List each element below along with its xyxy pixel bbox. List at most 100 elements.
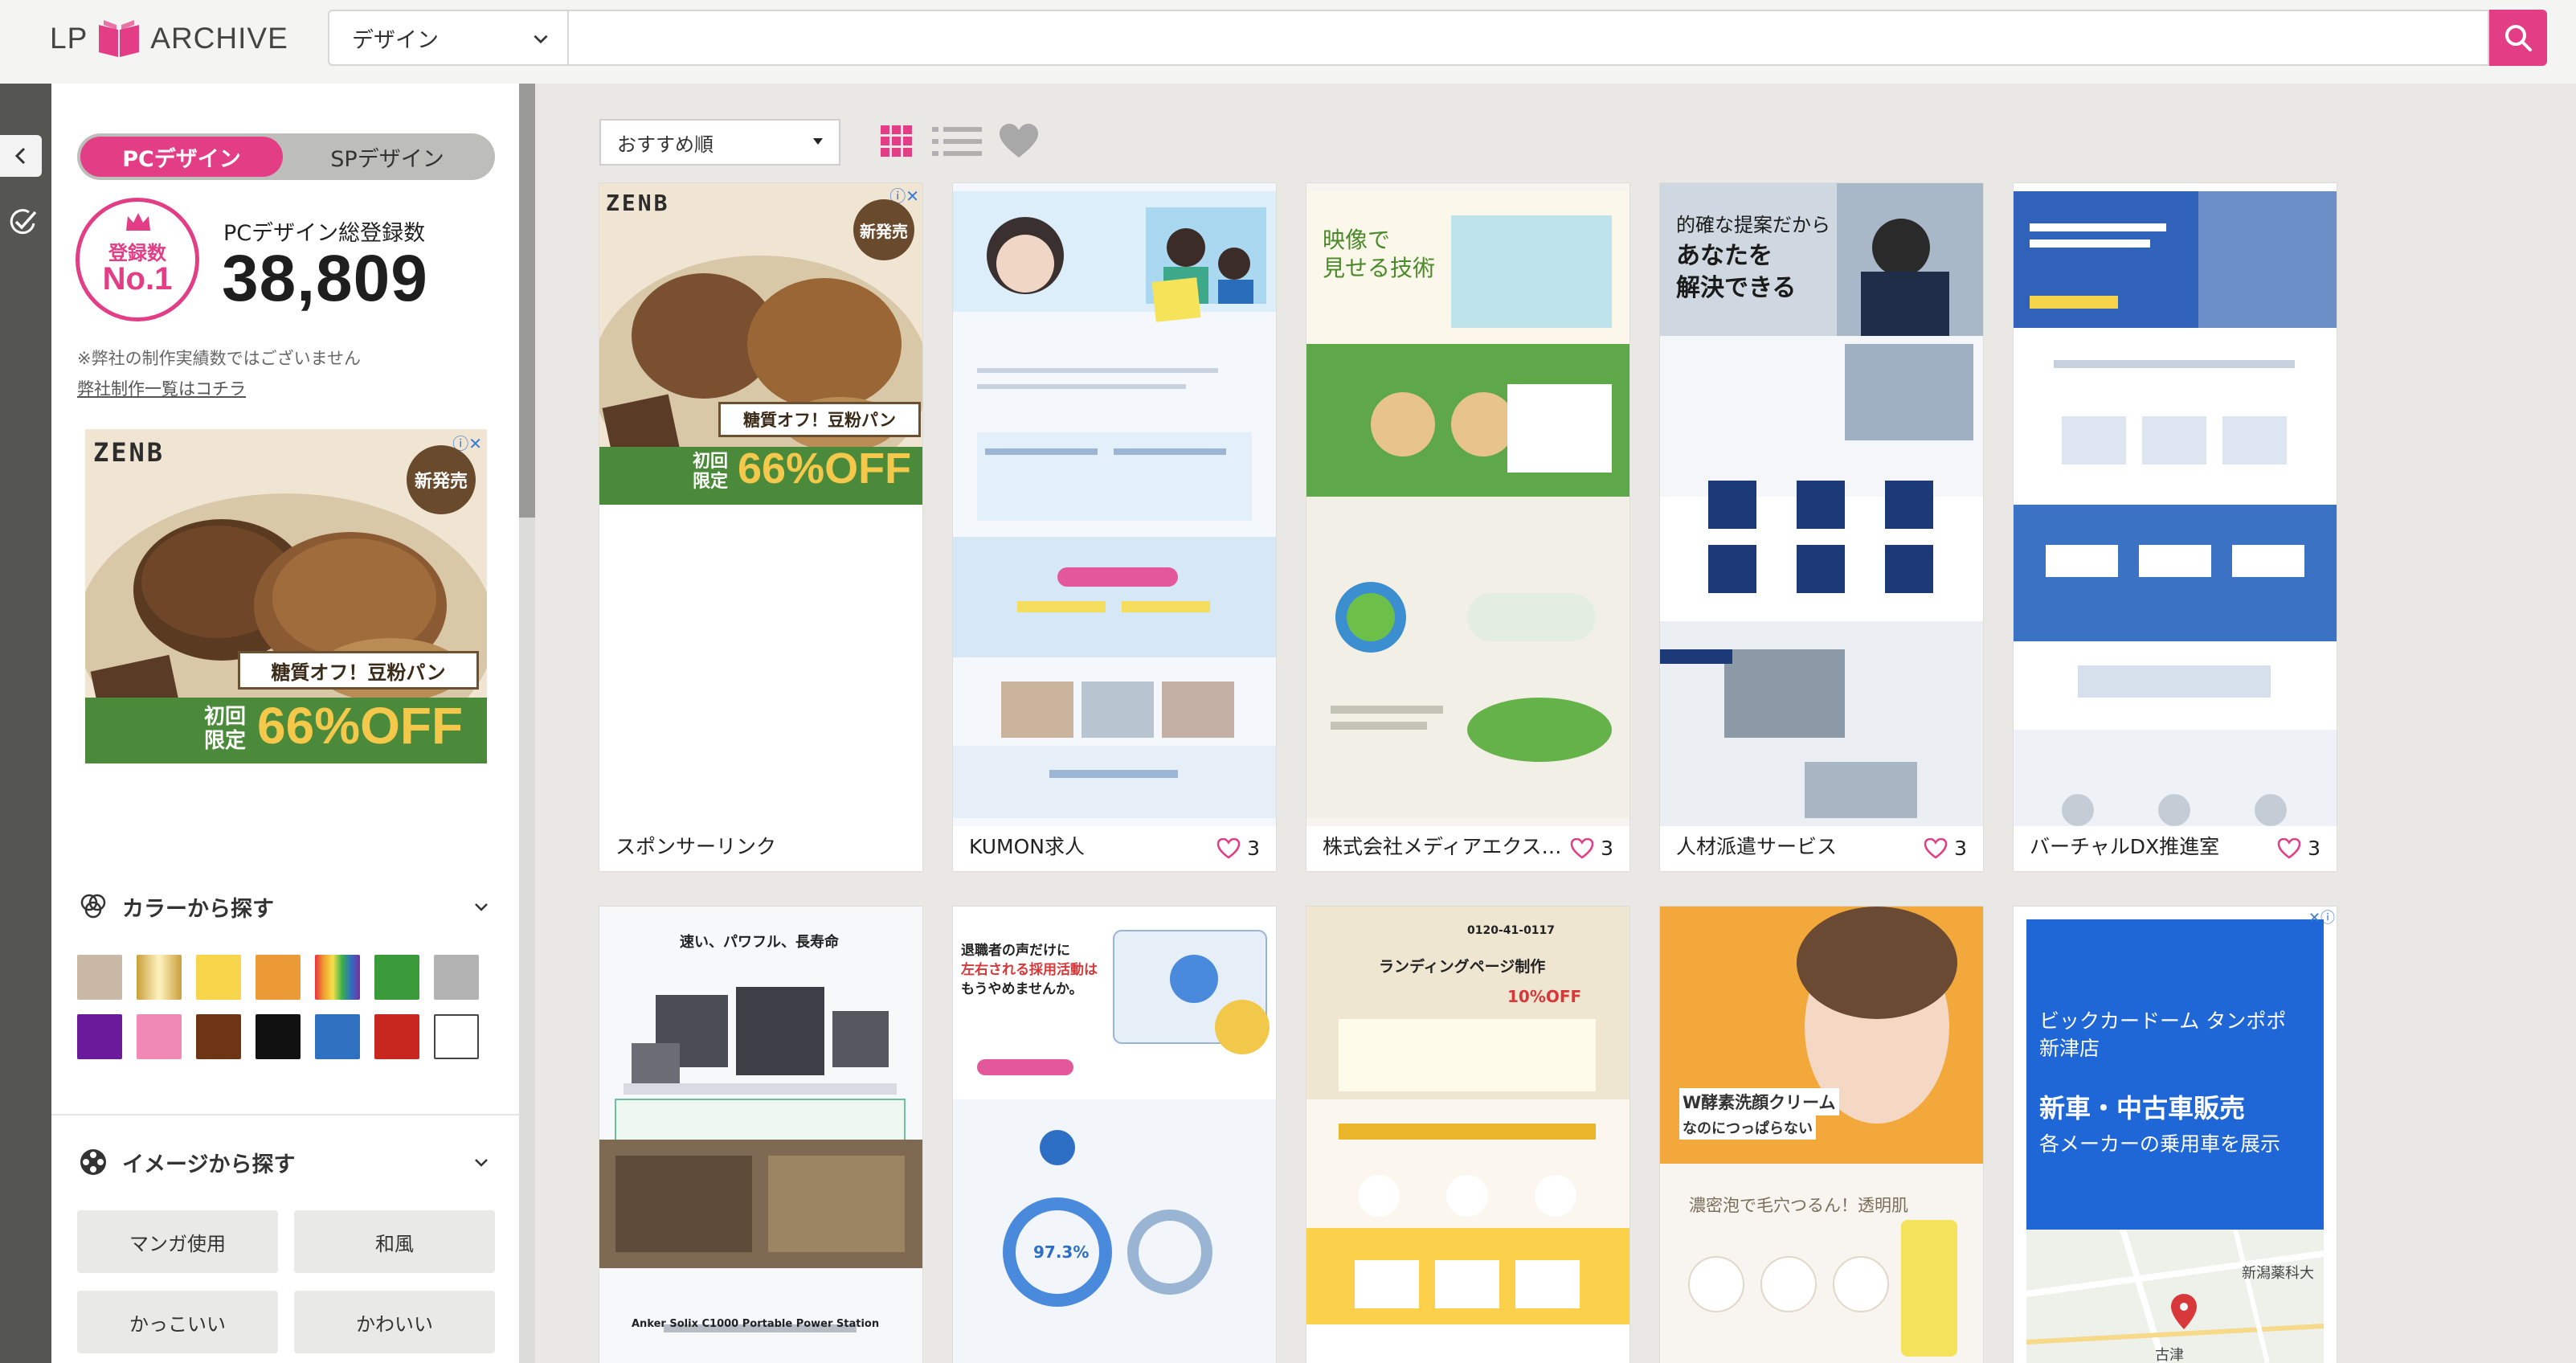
design-card[interactable]: KUMON求人 3 <box>953 183 1276 871</box>
heart-outline-icon <box>2277 837 2301 859</box>
recruit-stat: 97.3% <box>1033 1242 1090 1262</box>
pc-design-tab[interactable]: PCデザイン <box>80 137 283 177</box>
card-title: 株式会社メディアエクスチェンジ <box>1323 835 1564 858</box>
ad-dealer-name: ビックカードーム タンポポ 新津店 <box>2039 1008 2286 1062</box>
color-search-header[interactable]: カラーから探す <box>77 887 495 926</box>
card-ad-banner[interactable]: ZENB ⓘ✕ 新発売 糖質オフ！豆粉パン 初回 限定 66%OFF <box>599 183 922 505</box>
sp-design-tab[interactable]: SPデザイン <box>283 137 492 177</box>
lp-headline: ランディングページ制作 <box>1379 958 1546 976</box>
device-toggle: PCデザイン SPデザイン <box>77 133 495 180</box>
ad-first-time: 初回 限定 <box>204 705 247 754</box>
svg-text:映像で: 映像で <box>1323 227 1390 253</box>
design-card[interactable]: バーチャルDX推進室 3 <box>2014 183 2337 871</box>
cosme-tagline: 濃密泡で毛穴つるん！透明肌 <box>1689 1196 1908 1215</box>
lp-thumbnail <box>599 907 922 1363</box>
list-view-icon[interactable] <box>932 125 983 158</box>
map-label-town: 古津 <box>2155 1347 2184 1363</box>
color-swatch[interactable] <box>196 955 241 1000</box>
ad-first-line2: 限定 <box>693 472 729 493</box>
like-count: 3 <box>1247 837 1260 860</box>
design-card[interactable]: ビックカードーム タンポポ 新津店 新車・中古車販売 各メーカーの乗用車を展示 … <box>2014 907 2337 1363</box>
image-search-header[interactable]: イメージから探す <box>77 1143 495 1181</box>
design-card[interactable]: ZENB ⓘ✕ 新発売 糖質オフ！豆粉パン 初回 限定 66%OFF スポンサー… <box>599 183 922 871</box>
like-count: 3 <box>1601 837 1613 860</box>
sidebar-ad-banner[interactable]: ZENB ⓘ✕ 新発売 糖質オフ！豆粉パン 初回 限定 66%OFF <box>85 429 487 763</box>
design-card[interactable]: 映像で 見せる技術 株式会社メディアエクスチェンジ 3 <box>1306 183 1629 871</box>
anker-caption: Anker Solix C1000 Portable Power Station <box>632 1318 880 1330</box>
like-counter[interactable]: 3 <box>1216 837 1260 860</box>
ad-first-line1: 初回 <box>204 705 247 729</box>
ad-first-time: 初回 限定 <box>693 452 728 493</box>
like-count: 3 <box>2308 837 2320 860</box>
ad-brand-text: ZENB <box>606 190 670 216</box>
color-swatch[interactable] <box>77 955 122 1000</box>
card-title: 人材派遣サービス <box>1676 835 1838 858</box>
map-label-university: 新潟薬科大 <box>2242 1265 2314 1282</box>
collapse-sidebar-button[interactable] <box>0 135 42 177</box>
color-swatch[interactable] <box>374 1014 419 1059</box>
search-category-select[interactable]: デザイン <box>328 10 567 66</box>
cosme-sub: なのにつっぱらない <box>1679 1115 1816 1140</box>
ad-first-line2: 限定 <box>204 728 247 753</box>
color-swatch[interactable] <box>77 1014 122 1059</box>
image-tag-cute[interactable]: かわいい <box>294 1291 495 1353</box>
card-title: KUMON求人 <box>969 835 1085 858</box>
search-input[interactable] <box>567 10 2489 66</box>
film-reel-icon <box>80 1149 106 1175</box>
dropdown-arrow-icon <box>813 138 823 145</box>
car-dealer-ad[interactable]: ビックカードーム タンポポ 新津店 新車・中古車販売 各メーカーの乗用車を展示 … <box>2026 919 2324 1363</box>
ad-tagline: 糖質オフ！豆粉パン <box>718 402 921 437</box>
sidebar: PCデザイン SPデザイン 登録数 No.1 PCデザイン総登録数 38,809… <box>51 84 519 1363</box>
svg-text:解決できる: 解決できる <box>1676 274 1796 302</box>
ad-discount: 66%OFF <box>738 444 912 493</box>
color-swatch[interactable] <box>434 955 479 1000</box>
image-tag-cool[interactable]: かっこいい <box>77 1291 278 1353</box>
color-swatch[interactable] <box>137 955 182 1000</box>
like-counter[interactable]: 3 <box>1924 837 1967 860</box>
color-swatch[interactable] <box>315 955 360 1000</box>
design-card[interactable]: 退職者の声だけに 左右される採用活動は もうやめませんか。 97.3% <box>953 907 1276 1363</box>
recruit-headline: 退職者の声だけに 左右される採用活動は もうやめませんか。 <box>961 942 1098 999</box>
image-search-title: イメージから探す <box>122 1152 296 1177</box>
sidebar-scrollbar-thumb[interactable] <box>519 84 535 518</box>
grid-view-icon[interactable] <box>881 125 913 158</box>
logo-archive-text: ARCHIVE <box>150 22 288 55</box>
design-card[interactable]: ランディングページ制作 10%OFF 0120-41-0117 <box>1306 907 1629 1363</box>
top-header: LP ARCHIVE デザイン <box>0 0 2576 84</box>
like-counter[interactable]: 3 <box>1570 837 1613 860</box>
ad-tagline: 糖質オフ！豆粉パン <box>238 651 479 690</box>
color-swatch[interactable] <box>137 1014 182 1059</box>
color-swatch[interactable] <box>256 955 301 1000</box>
image-tag-japanese[interactable]: 和風 <box>294 1210 495 1273</box>
color-search-title: カラーから探す <box>122 896 274 922</box>
lp-thumbnail: 的確な提案だから あなたを 解決できる <box>1660 183 1983 826</box>
search-icon <box>2505 25 2532 51</box>
checkmark-icon[interactable] <box>5 204 40 239</box>
left-tool-strip <box>0 84 51 1363</box>
badge-line2: No.1 <box>102 261 173 297</box>
favorites-heart-icon[interactable] <box>1000 124 1038 159</box>
design-card[interactable]: W酵素洗顔クリーム なのにつっぱらない 濃密泡で毛穴つるん！透明肌 <box>1660 907 1983 1363</box>
ad-info-close-icon[interactable]: ✕ⓘ <box>2308 907 2335 927</box>
lp-thumbnail <box>953 183 1276 826</box>
color-swatch[interactable] <box>315 1014 360 1059</box>
heart-outline-icon <box>1570 837 1594 859</box>
color-swatch[interactable] <box>434 1014 479 1059</box>
color-swatch[interactable] <box>374 955 419 1000</box>
recruit-headline-2: 左右される採用活動は <box>961 961 1098 978</box>
svg-text:あなたを: あなたを <box>1676 242 1773 270</box>
sort-order-select[interactable]: おすすめ順 <box>599 119 840 166</box>
design-card[interactable]: 速い、パワフル、長寿命 Anker Solix C1000 Portable P… <box>599 907 922 1363</box>
color-swatch[interactable] <box>196 1014 241 1059</box>
ad-discount: 66%OFF <box>257 697 464 755</box>
image-tag-manga[interactable]: マンガ使用 <box>77 1210 278 1273</box>
works-list-link[interactable]: 弊社制作一覧はコチラ <box>77 376 246 400</box>
color-swatch[interactable] <box>256 1014 301 1059</box>
lp-phone: 0120-41-0117 <box>1467 924 1556 937</box>
disclaimer-note: ※弊社の制作実績数ではございません <box>77 349 361 368</box>
ad-dealer-sub: 各メーカーの乗用車を展示 <box>2039 1132 2281 1156</box>
search-button[interactable] <box>2489 10 2547 66</box>
design-card[interactable]: 的確な提案だから あなたを 解決できる 人材派遣サービス 3 <box>1660 183 1983 871</box>
like-counter[interactable]: 3 <box>2277 837 2320 860</box>
site-logo[interactable]: LP ARCHIVE <box>50 18 288 59</box>
